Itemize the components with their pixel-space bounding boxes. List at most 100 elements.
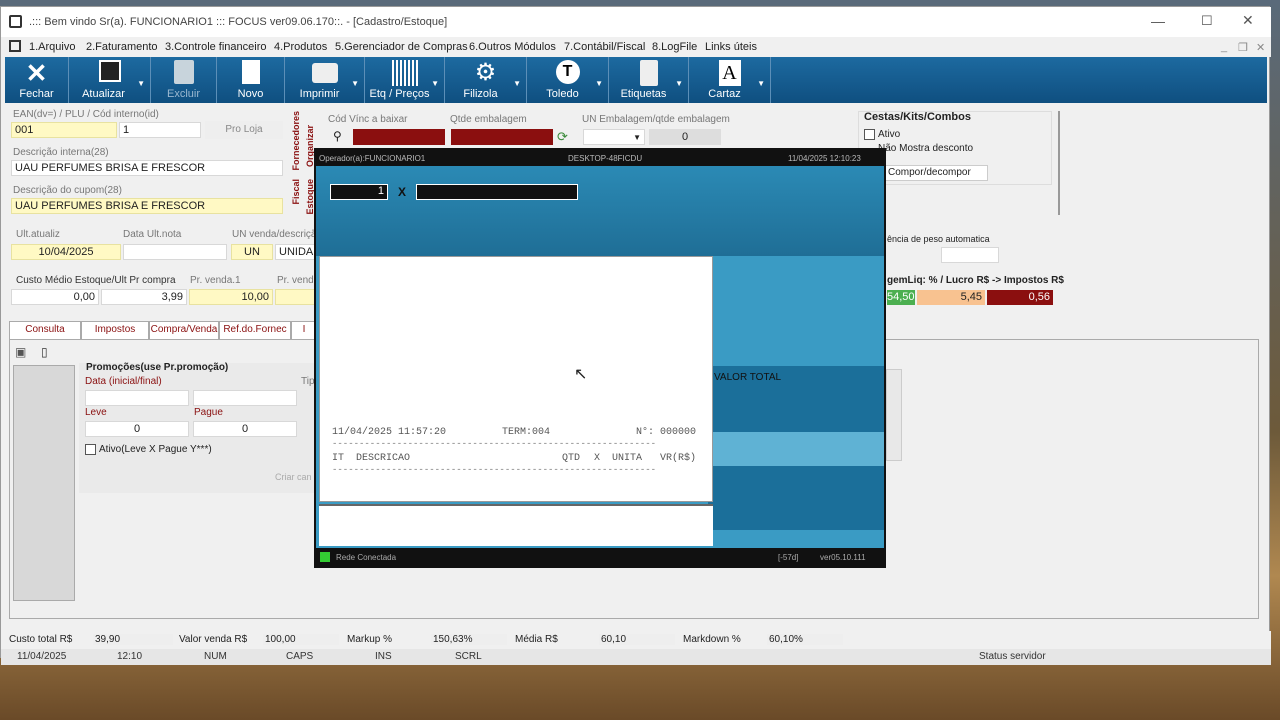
dropdown-icon[interactable]: ▼ [513, 79, 521, 88]
promo-ativo-checkbox[interactable] [85, 444, 96, 455]
fechar-button[interactable]: ✕ Fechar [5, 57, 69, 103]
novo-button[interactable]: Novo [217, 57, 285, 103]
dropdown-icon[interactable]: ▼ [137, 79, 145, 88]
tab-compra-venda[interactable]: Compra/Venda [149, 321, 219, 339]
ult-pr-compra-field[interactable]: 3,99 [101, 289, 187, 305]
tab-ref-fornec[interactable]: Ref.do.Fornec [219, 321, 291, 339]
desc-cupom-field[interactable]: UAU PERFUMES BRISA E FRESCOR [11, 198, 283, 214]
menu-links[interactable]: Links úteis [705, 41, 757, 53]
status-date: 11/04/2025 [17, 651, 67, 662]
maximize-icon[interactable]: ☐ [1201, 13, 1213, 29]
pos-qty-field[interactable]: 1 [330, 184, 388, 200]
menu-logfile[interactable]: 8.LogFile [652, 41, 697, 53]
right-panel-box [886, 369, 902, 461]
window-title: .::: Bem vindo Sr(a). FUNCIONARIO1 ::: F… [29, 16, 448, 28]
cod-vinc-field[interactable] [353, 129, 445, 145]
filizola-button[interactable]: ⚙ Filizola ▼ [445, 57, 527, 103]
custo-medio-field[interactable]: 0,00 [11, 289, 99, 305]
un-emb-select[interactable]: ▼ [583, 129, 645, 145]
dropdown-icon[interactable]: ▼ [675, 79, 683, 88]
new-document-icon [241, 60, 260, 84]
menu-contabil[interactable]: 7.Contábil/Fiscal [564, 41, 645, 53]
criar-label[interactable]: Criar can [275, 472, 312, 482]
impostos-field[interactable]: 0,56 [987, 290, 1053, 305]
leve-label: Leve [85, 407, 107, 418]
qtde-emb-field[interactable] [451, 129, 553, 145]
ean-field[interactable]: 001 [11, 122, 117, 138]
menu-compras[interactable]: 5.Gerenciador de Compras [335, 41, 468, 53]
menu-faturamento[interactable]: 2.Faturamento [86, 41, 158, 53]
pague-label: Pague [194, 407, 223, 418]
mdi-minimize-icon[interactable]: _ [1221, 41, 1227, 53]
status-ins: INS [375, 651, 392, 662]
margem-field[interactable]: 54,50 [887, 290, 915, 305]
menu-produtos[interactable]: 4.Produtos [274, 41, 327, 53]
refresh-icon[interactable]: ⟳ [557, 129, 579, 145]
ativo-checkbox[interactable] [864, 129, 875, 140]
compor-button[interactable]: Compor/decompor [885, 165, 988, 181]
custo-total-value: 39,90 [93, 634, 173, 645]
excluir-button[interactable]: Excluir [151, 57, 217, 103]
ativo-label: Ativo [878, 129, 901, 140]
barcode-icon [391, 60, 418, 86]
imprimir-button[interactable]: Imprimir ▼ [285, 57, 365, 103]
desc-interna-field[interactable]: UAU PERFUMES BRISA E FRESCOR [11, 160, 283, 176]
vtab-fiscal[interactable]: Fiscal [291, 179, 301, 205]
tab-consulta[interactable]: Consulta [9, 321, 81, 339]
pos-desktop: DESKTOP-48FICDU [568, 154, 643, 163]
desc-cup-label: Descrição do cupom(28) [13, 185, 122, 196]
pos-product-field[interactable] [416, 184, 578, 200]
pos-subtotal-panel [708, 432, 884, 466]
pague-field[interactable]: 0 [193, 421, 297, 437]
dropdown-icon[interactable]: ▼ [595, 79, 603, 88]
plu-field[interactable]: 1 [119, 122, 201, 138]
pr-venda1-field[interactable]: 10,00 [189, 289, 273, 305]
pro-loja-button[interactable]: Pro Loja [205, 121, 283, 139]
toledo-button[interactable]: T Toledo ▼ [527, 57, 609, 103]
vtab-fornecedores[interactable]: Fornecedores [291, 111, 301, 171]
leve-field[interactable]: 0 [85, 421, 189, 437]
menu-outros[interactable]: 6.Outros Módulos [469, 41, 556, 53]
tab-impostos[interactable]: Impostos [81, 321, 149, 339]
margem-label: gemLiq: % / Lucro R$ -> Impostos R$ [887, 275, 1064, 286]
promo-data-final[interactable] [193, 390, 297, 406]
binoculars-icon[interactable]: ⚲ [333, 129, 342, 143]
receipt-hdr-vr: VR(R$) [660, 453, 697, 464]
valor-venda-label: Valor venda R$ [179, 634, 248, 645]
dropdown-icon[interactable]: ▼ [431, 79, 439, 88]
divider [1058, 111, 1060, 215]
ean-label: EAN(dv=) / PLU / Cód interno(id) [13, 109, 159, 120]
ult-nota-field[interactable] [123, 244, 227, 260]
save-icon [98, 60, 121, 82]
lucro-field[interactable]: 5,45 [917, 290, 985, 305]
dropdown-icon[interactable]: ▼ [351, 79, 359, 88]
etiquetas-button[interactable]: Etiquetas ▼ [609, 57, 689, 103]
mdi-restore-icon[interactable]: ❐ [1238, 41, 1248, 54]
ult-atualiz-field[interactable]: 10/04/2025 [11, 244, 121, 260]
new-small-icon[interactable]: ▯ [41, 345, 48, 359]
pr-venda2-field[interactable] [275, 289, 315, 305]
promo-data-inicial[interactable] [85, 390, 189, 406]
un-venda-field[interactable]: UN [231, 244, 273, 260]
pos-input-area [316, 166, 884, 256]
pos-header: Operador(a):FUNCIONARIO1 DESKTOP-48FICDU… [316, 150, 884, 166]
ult-atualiz-label: Ult.atualiz [16, 229, 60, 240]
pos-datetime: 11/04/2025 12:10:23 [788, 154, 861, 163]
mdi-close-icon[interactable]: ✕ [1256, 41, 1265, 54]
save-small-icon[interactable]: ▣ [15, 345, 26, 359]
cartaz-button[interactable]: A Cartaz ▼ [689, 57, 771, 103]
peso-field[interactable] [941, 247, 999, 263]
un-desc-field[interactable]: UNIDAD [275, 244, 315, 260]
etq-precos-button[interactable]: Etq / Preços ▼ [365, 57, 445, 103]
promo-data-label: Data (inicial/final) [85, 376, 162, 387]
atualizar-button[interactable]: Atualizar ▼ [69, 57, 151, 103]
image-panel [13, 365, 75, 601]
pos-receipt: 11/04/2025 11:57:20 TERM:004 N°: 000000 … [319, 256, 713, 502]
close-icon[interactable]: ✕ [1242, 12, 1254, 29]
minimize-icon[interactable]: — [1151, 13, 1165, 29]
menu-financeiro[interactable]: 3.Controle financeiro [165, 41, 267, 53]
dropdown-icon[interactable]: ▼ [757, 79, 765, 88]
menu-arquivo[interactable]: 1.Arquivo [29, 41, 75, 53]
pos-days: [-57d] [778, 553, 799, 562]
un-emb-qtd-field[interactable]: 0 [649, 129, 721, 145]
